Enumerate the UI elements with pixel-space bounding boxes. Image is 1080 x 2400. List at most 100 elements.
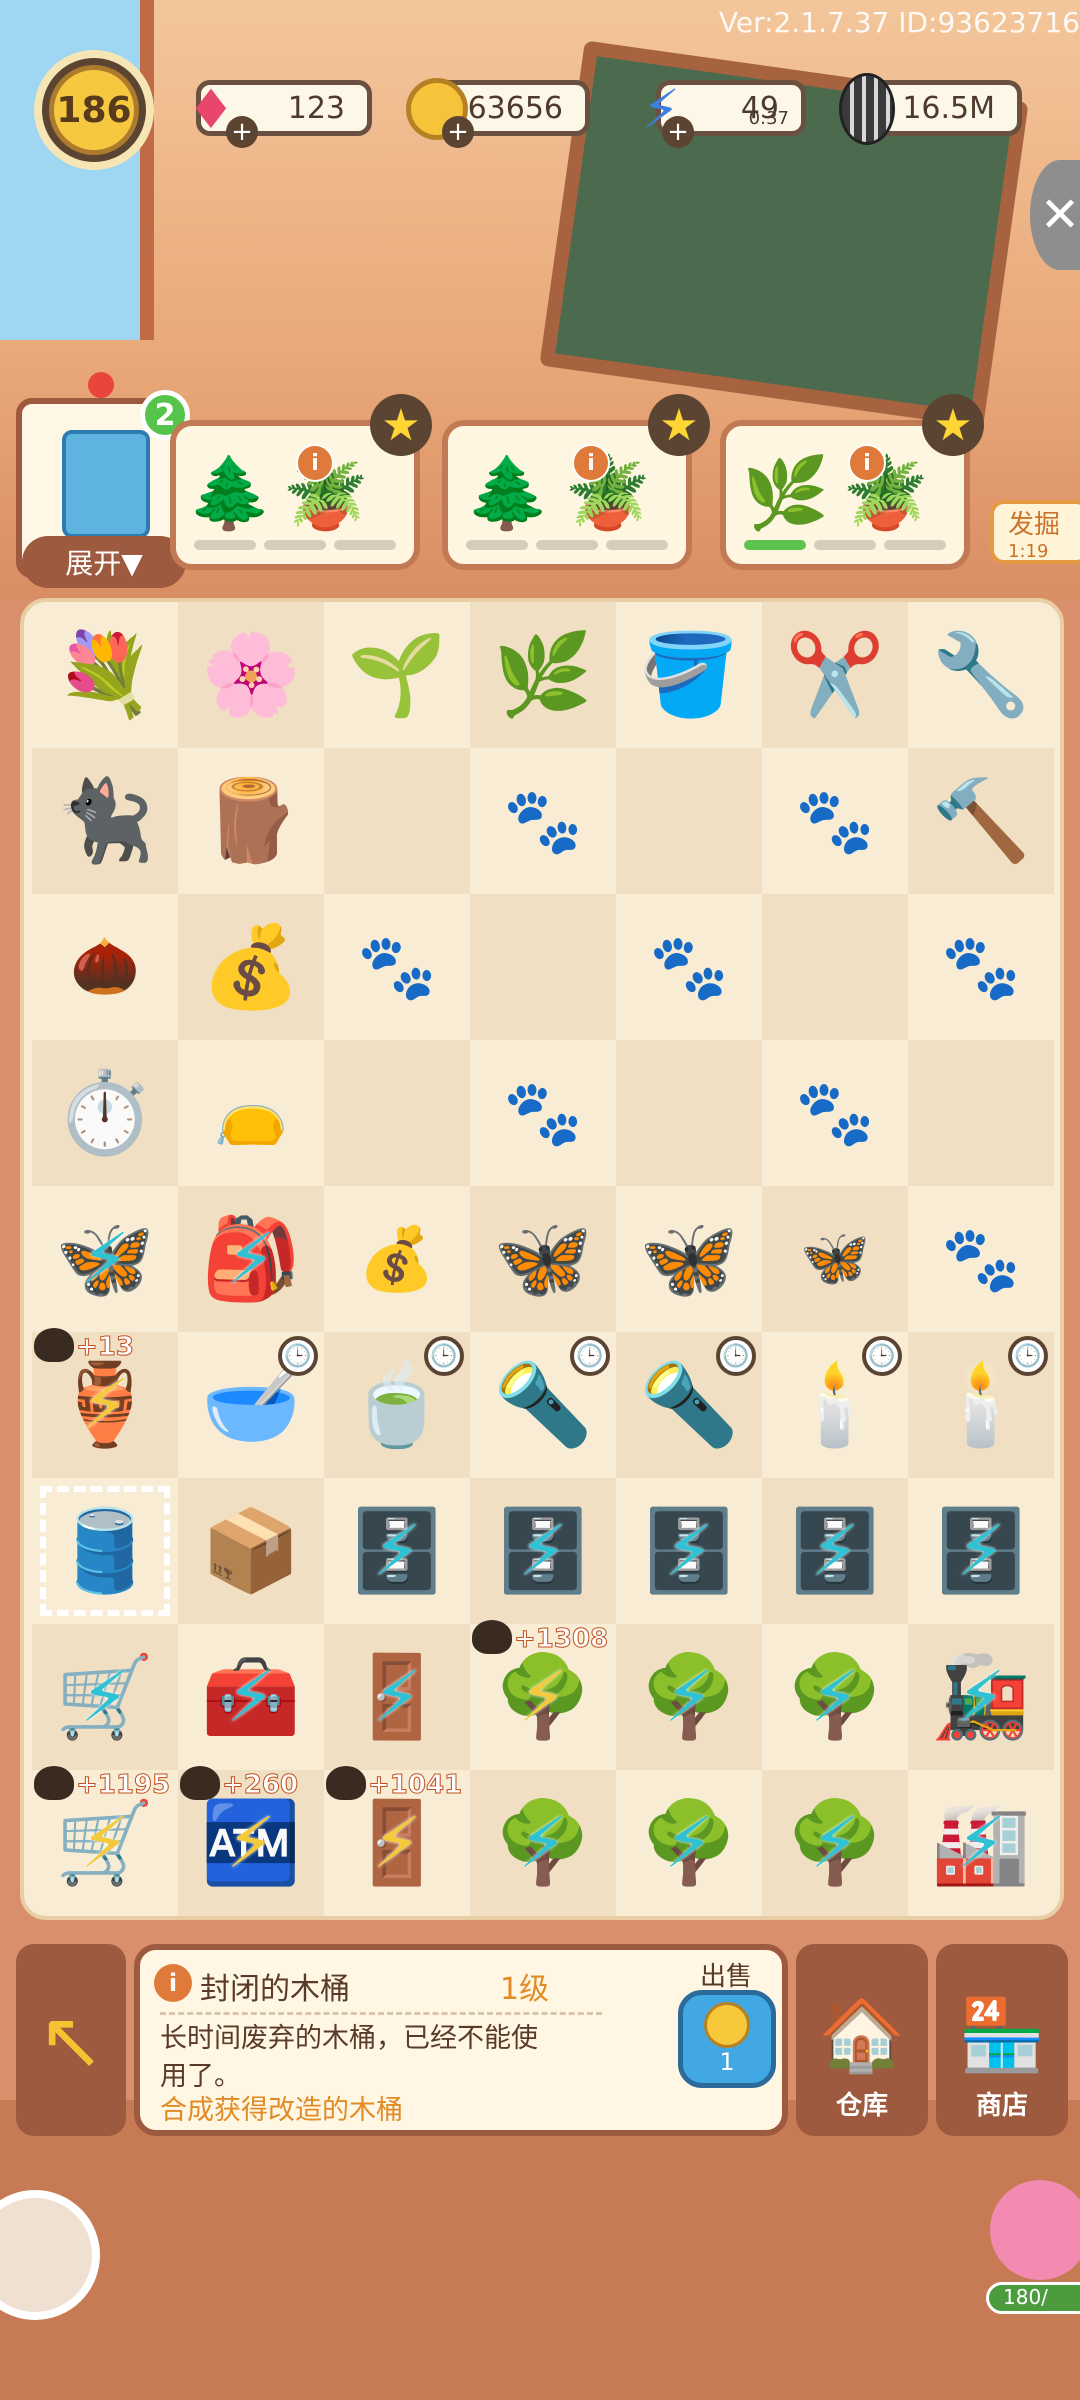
- board-item-tree-generator[interactable]: 🌳 ⚡: [762, 1770, 908, 1916]
- board-empty-cell[interactable]: [324, 1040, 470, 1186]
- board-empty-cell[interactable]: 🐾: [762, 748, 908, 894]
- board-item-vending-generator[interactable]: +260 🏧 ⚡: [178, 1766, 324, 1916]
- add-coins-icon[interactable]: +: [442, 116, 474, 148]
- board-item-chandelier[interactable]: 🕯️ 🕒: [908, 1332, 1054, 1478]
- board-item-flower-pot[interactable]: 💐: [32, 602, 178, 748]
- board-item-spotlight[interactable]: 🔦 🕒: [616, 1332, 762, 1478]
- board-item-watering-pipe[interactable]: 🪣: [616, 602, 762, 748]
- board-empty-cell[interactable]: 🐾: [470, 748, 616, 894]
- board-item-tree-generator[interactable]: +1308 🌳 ⚡: [470, 1620, 616, 1770]
- star-icon: ★: [370, 394, 432, 456]
- clock-icon: 🕒: [278, 1336, 318, 1376]
- board-item-pipe-fitting[interactable]: 🔧: [908, 602, 1054, 748]
- board-empty-cell[interactable]: 🐾: [470, 1040, 616, 1186]
- board-empty-cell[interactable]: [762, 894, 908, 1040]
- quest-progress: [744, 540, 946, 550]
- board-item-shelf-generator[interactable]: 🗄️ ⚡: [470, 1478, 616, 1624]
- expand-button[interactable]: 展开▼: [22, 536, 186, 588]
- piggy-bank-progress: 180/: [986, 2282, 1080, 2314]
- board-item-floor-lamp[interactable]: 🔦 🕒: [470, 1332, 616, 1478]
- dig-button[interactable]: 发掘 1:19: [990, 500, 1080, 564]
- board-item-cupboard-generator[interactable]: 🗄️ ⚡: [762, 1478, 908, 1624]
- board-item-flower-plant[interactable]: 🌸: [178, 602, 324, 748]
- board-empty-cell[interactable]: [324, 748, 470, 894]
- board-empty-cell[interactable]: 🐾: [908, 894, 1054, 1040]
- quest-progress: [466, 540, 668, 550]
- add-energy-icon[interactable]: +: [662, 116, 694, 148]
- dig-timer: 1:19: [1008, 541, 1049, 562]
- undo-button[interactable]: ↖: [16, 1944, 126, 2136]
- board-item-drawer-generator[interactable]: 🗄️ ⚡: [908, 1478, 1054, 1624]
- board-item-tree-generator[interactable]: 🌳 ⚡: [470, 1770, 616, 1916]
- board-item-ceramic-pot[interactable]: 🍵 🕒: [324, 1332, 470, 1478]
- board-item-train-generator[interactable]: 🚂 ⚡: [908, 1624, 1054, 1770]
- board-empty-cell[interactable]: 🐾: [762, 1040, 908, 1186]
- board-item-white-moth[interactable]: 🦋: [762, 1186, 908, 1332]
- warehouse-button[interactable]: 🏠 仓库: [796, 1944, 928, 2136]
- clock-icon: 🕒: [862, 1336, 902, 1376]
- board-item-soil-pot[interactable]: 🥣 🕒: [178, 1332, 324, 1478]
- bonus-label: +13: [76, 1332, 135, 1363]
- board-empty-cell[interactable]: [470, 894, 616, 1040]
- board-item-firewood[interactable]: 🪵: [178, 748, 324, 894]
- player-level: 186: [49, 65, 139, 155]
- board-item-sapling[interactable]: 🌱: [324, 602, 470, 748]
- coin-icon: [704, 2002, 750, 2048]
- board-item-black-cat[interactable]: 🐈‍⬛: [32, 748, 178, 894]
- board-item-cart-generator[interactable]: +1195 🛒 ⚡: [32, 1766, 178, 1916]
- item-description: 长时间废弃的木桶，已经不能使用了。: [160, 2023, 538, 2092]
- board-item-wooden-box[interactable]: 📦: [178, 1478, 324, 1624]
- lightning-icon: ⚡: [518, 1656, 568, 1738]
- board-item-wardrobe-generator[interactable]: 🚪 ⚡: [324, 1624, 470, 1770]
- board-empty-cell[interactable]: 🐾: [324, 894, 470, 1040]
- info-icon[interactable]: i: [296, 444, 334, 482]
- board-item-shelf-generator[interactable]: 🗄️ ⚡: [616, 1478, 762, 1624]
- board-item-seed-pouch[interactable]: 👝: [178, 1040, 324, 1186]
- board-item-seed-bags[interactable]: 💰: [178, 894, 324, 1040]
- board-item-moth-generator[interactable]: 🦋 ⚡: [32, 1186, 178, 1332]
- board-item-chandelier[interactable]: 🕯️ 🕒: [762, 1332, 908, 1478]
- board-item-pot-generator[interactable]: +13 🏺 ⚡: [32, 1328, 178, 1478]
- sell-label: 出售: [700, 1962, 753, 1992]
- board-empty-cell[interactable]: [616, 1040, 762, 1186]
- board-item-pocket-watch[interactable]: ⏱️: [32, 1040, 178, 1186]
- board-item-sealed-barrel[interactable]: 🛢️: [32, 1478, 178, 1624]
- info-icon[interactable]: i: [848, 444, 886, 482]
- bonus-label: +260: [221, 1770, 299, 1801]
- board-empty-cell[interactable]: [908, 1040, 1054, 1186]
- lightning-icon: ⚡: [372, 1510, 422, 1592]
- board-item-sprout[interactable]: 🌿: [470, 602, 616, 748]
- info-icon[interactable]: i: [572, 444, 610, 482]
- sell-button[interactable]: 1: [678, 1990, 776, 2088]
- warehouse-label: 仓库: [835, 2091, 888, 2121]
- board-item-red-moth[interactable]: 🦋: [616, 1186, 762, 1332]
- lightning-icon: ⚡: [518, 1510, 568, 1592]
- board-item-chest-generator[interactable]: 🧰 ⚡: [178, 1624, 324, 1770]
- board-item-hammer[interactable]: 🔨: [908, 748, 1054, 894]
- add-gems-icon[interactable]: +: [226, 116, 258, 148]
- board-item-tree-generator[interactable]: 🌳 ⚡: [762, 1624, 908, 1770]
- board-item-machine-generator[interactable]: 🏭 ⚡: [908, 1770, 1054, 1916]
- board-item-cart-generator[interactable]: 🛒 ⚡: [32, 1624, 178, 1770]
- sell-price: 1: [719, 2048, 735, 2076]
- merge-board: 💐 🌸 🌱 🌿 🪣 ✂️ 🔧 🐈‍⬛ 🪵 🐾 🐾 🔨 🌰 💰 🐾 🐾 🐾 ⏱️ …: [20, 598, 1064, 1920]
- lightning-icon: ⚡: [810, 1510, 860, 1592]
- board-item-tree-generator[interactable]: 🌳 ⚡: [616, 1624, 762, 1770]
- item-merge-hint: 合成获得改造的木桶: [160, 2095, 403, 2126]
- board-item-closet-generator[interactable]: +1041 🚪 ⚡: [324, 1766, 470, 1916]
- board-item-pruning-shears[interactable]: ✂️: [762, 602, 908, 748]
- board-item-green-moth[interactable]: 🦋: [470, 1186, 616, 1332]
- board-empty-cell[interactable]: 🐾: [908, 1186, 1054, 1332]
- player-level-badge[interactable]: 186: [34, 50, 154, 170]
- board-item-pine-cone[interactable]: 🌰: [32, 894, 178, 1040]
- piggy-bank-icon[interactable]: [990, 2180, 1080, 2280]
- board-empty-cell[interactable]: 🐾: [616, 894, 762, 1040]
- board-item-small-sack[interactable]: 💰: [324, 1186, 470, 1332]
- shop-button[interactable]: 🏪 商店: [936, 1944, 1068, 2136]
- board-item-sack-generator[interactable]: 🎒 ⚡: [178, 1186, 324, 1332]
- lightning-icon: ⚡: [226, 1802, 276, 1884]
- board-item-tree-generator[interactable]: 🌳 ⚡: [616, 1770, 762, 1916]
- board-empty-cell[interactable]: [616, 748, 762, 894]
- board-item-cabinet-generator[interactable]: 🗄️ ⚡: [324, 1478, 470, 1624]
- gems-value: 123: [287, 90, 345, 126]
